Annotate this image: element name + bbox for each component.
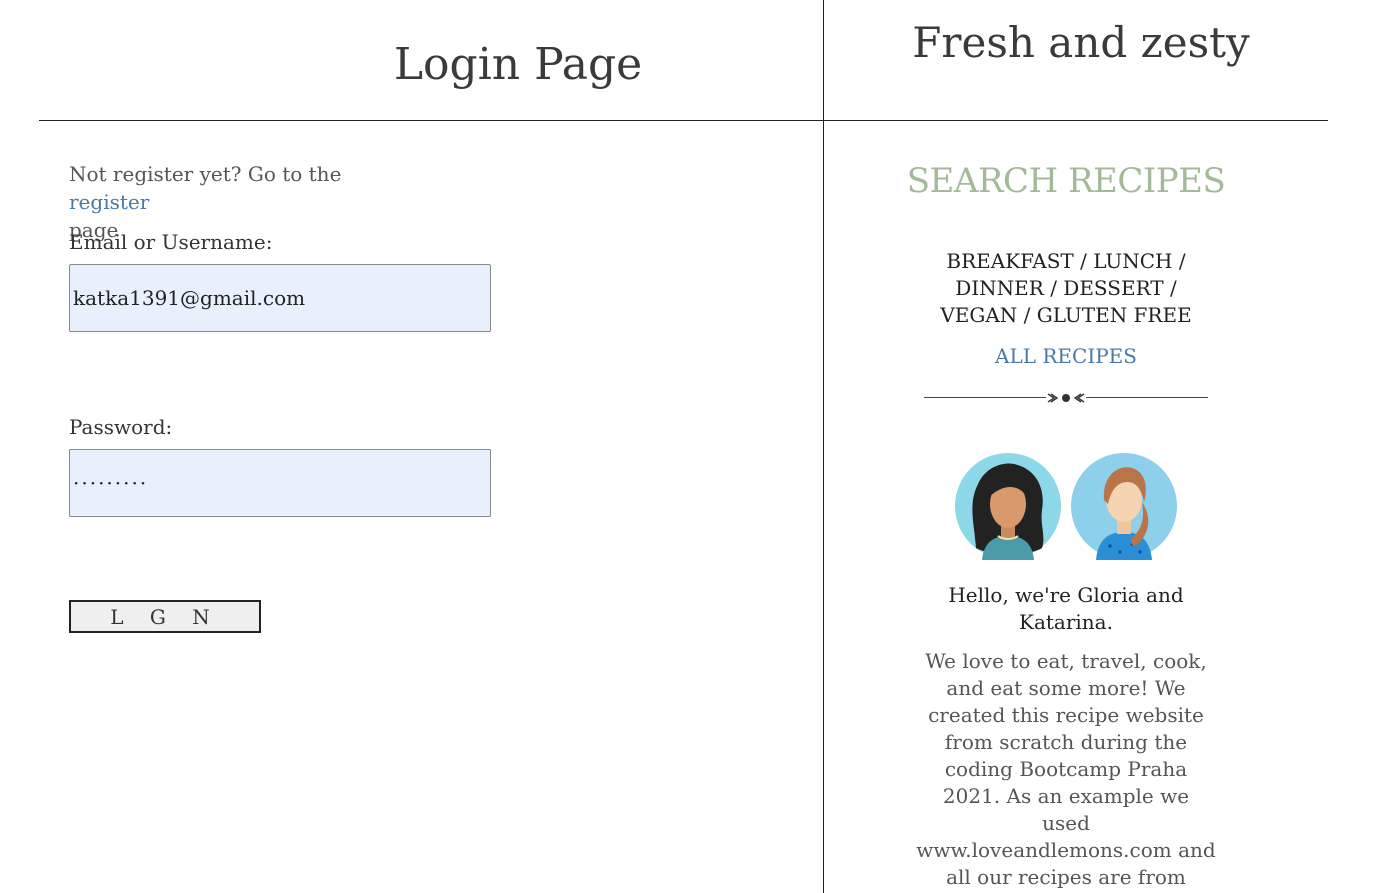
- password-field[interactable]: [69, 449, 491, 517]
- woman-curly-hair-avatar-icon: [955, 453, 1061, 560]
- email-label: Email or Username:: [69, 230, 273, 254]
- hello-line: Hello, we're Gloria and Katarina.: [948, 583, 1184, 634]
- avatars: [950, 452, 1182, 564]
- register-note-prefix: Not register yet? Go to the: [69, 162, 342, 186]
- page-title: Login Page: [393, 39, 643, 90]
- sidebar: SEARCH RECIPES BREAKFAST / LUNCH / DINNE…: [905, 150, 1227, 893]
- login-button[interactable]: L G N: [69, 600, 261, 633]
- password-label: Password:: [69, 415, 173, 439]
- search-recipes-heading: SEARCH RECIPES: [906, 161, 1226, 201]
- category-list: BREAKFAST / LUNCH / DINNER / DESSERT / V…: [940, 249, 1192, 327]
- divider-ornament: [924, 390, 1208, 406]
- register-link[interactable]: register: [69, 190, 149, 214]
- vertical-divider: [823, 0, 824, 893]
- horizontal-divider: [39, 120, 1328, 121]
- woman-ponytail-avatar-icon: [1071, 453, 1177, 560]
- email-field[interactable]: [69, 264, 491, 332]
- page: Login Page Fresh and zesty Not register …: [0, 0, 1376, 893]
- ornament-line-right: [1086, 397, 1208, 398]
- bio-text: We love to eat, travel, cook, and eat so…: [916, 649, 1216, 893]
- site-title: Fresh and zesty: [912, 18, 1250, 67]
- divider-ornament-icon: [1047, 393, 1085, 403]
- all-recipes-link[interactable]: ALL RECIPES: [905, 342, 1227, 370]
- ornament-line-left: [924, 397, 1046, 398]
